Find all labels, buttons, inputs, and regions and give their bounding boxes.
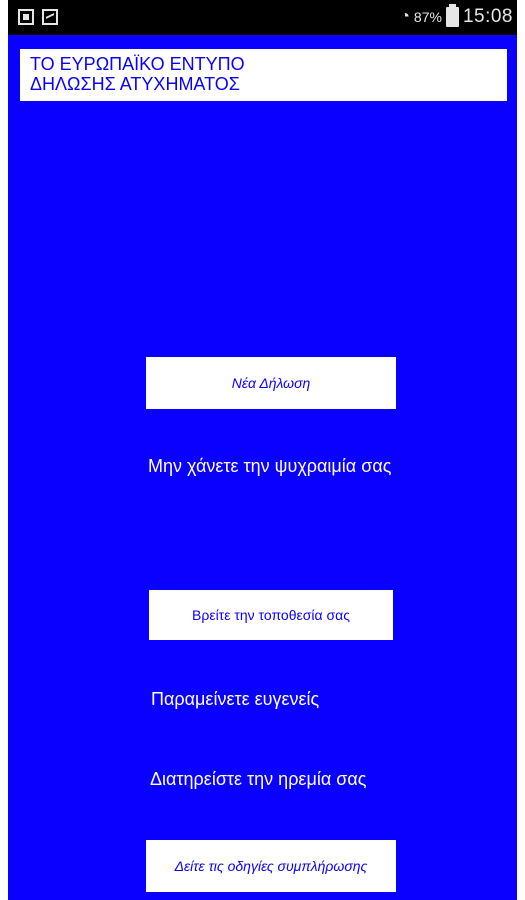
app-title-line1: ΤΟ ΕΥΡΩΠΑΪΚΟ ΕΝΤΥΠΟ (30, 54, 245, 74)
message-keep-calm: Μην χάνετε την ψυχραιμία σας (148, 456, 392, 476)
find-location-button[interactable]: Βρείτε την τοποθεσία σας (149, 590, 393, 640)
app-title-line2: ΔΗΛΩΣΗΣ ΑΤΥΧΗΜΑΤΟΣ (30, 74, 240, 94)
clock: 15:08 (462, 6, 513, 27)
system-status: ◔ 87% 15:08 (400, 4, 513, 28)
new-declaration-button[interactable]: Νέα Δήλωση (146, 357, 396, 409)
usb-icon (18, 9, 34, 25)
instructions-button[interactable]: Δείτε τις οδηγίες συμπλήρωσης (146, 840, 396, 892)
app-screen: ◔ 87% 15:08 ΤΟ ΕΥΡΩΠΑΪΚΟ ΕΝΤΥΠΟ ΔΗΛΩΣΗΣ … (8, 0, 517, 900)
battery-icon (445, 4, 459, 27)
app-title: ΤΟ ΕΥΡΩΠΑΪΚΟ ΕΝΤΥΠΟ ΔΗΛΩΣΗΣ ΑΤΥΧΗΜΑΤΟΣ (20, 49, 507, 101)
message-stay-polite: Παραμείνετε ευγενείς (151, 689, 320, 709)
wifi-icon: ◔ (400, 8, 410, 25)
image-icon (42, 9, 58, 25)
battery-percent: 87% (413, 9, 442, 25)
message-keep-peace: Διατηρείστε την ηρεμία σας (150, 769, 367, 789)
status-bar: ◔ 87% 15:08 (8, 0, 517, 35)
notification-icons (18, 9, 58, 25)
